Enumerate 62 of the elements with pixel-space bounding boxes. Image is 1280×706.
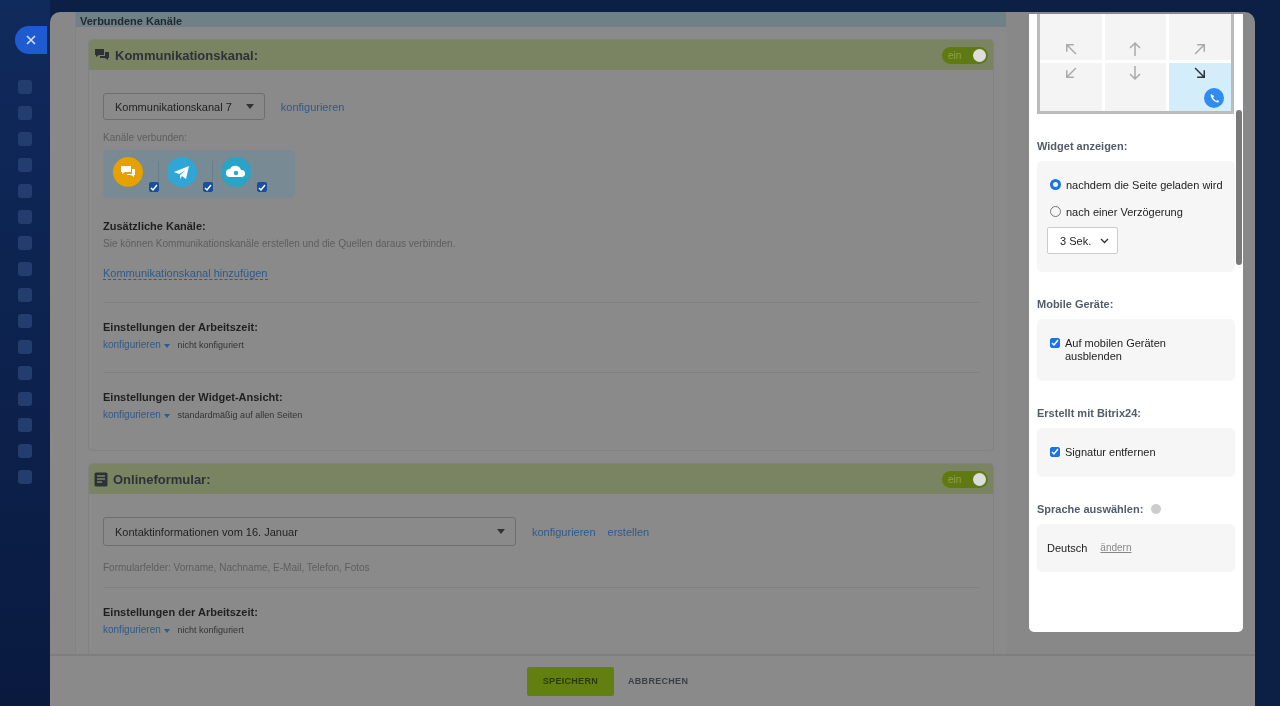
scrollbar-thumb[interactable] (1236, 110, 1242, 265)
link[interactable]: konfigurieren (280, 100, 345, 113)
change-link[interactable]: ändern (1100, 542, 1132, 554)
section-title: Widget anzeigen: (1037, 140, 1129, 152)
setting-title: Einstellungen der Arbeitszeit: (103, 321, 259, 333)
option-label: nach einer Verzögerung (1066, 206, 1183, 218)
status-note: nicht konfiguriert (177, 624, 244, 635)
checkbox-label: Signatur entfernen (1065, 446, 1157, 459)
setting-title: Einstellungen der Arbeitszeit: (103, 606, 259, 618)
checkbox[interactable] (1050, 338, 1060, 348)
position-cell[interactable] (1169, 14, 1231, 60)
caret-icon (163, 414, 170, 418)
status-note: standardmäßig auf allen Seiten (177, 409, 303, 420)
checkbox[interactable] (1050, 447, 1060, 457)
dropdown[interactable]: Kommunikationskanal 7 (103, 93, 265, 120)
link[interactable]: erstellen (607, 525, 650, 538)
position-cell[interactable] (1104, 14, 1167, 60)
configure-link[interactable]: konfigurieren (103, 624, 170, 635)
add-link[interactable]: Kommunikationskanal hinzufügen (103, 267, 268, 280)
position-cell[interactable] (1169, 63, 1231, 111)
phone-icon (1204, 88, 1224, 108)
form-icon (94, 471, 108, 487)
checkbox[interactable] (257, 182, 267, 192)
checkbox[interactable] (203, 182, 213, 192)
caret-icon (497, 529, 505, 534)
cancel-button[interactable]: ABBRECHEN (628, 666, 689, 696)
card-title: Onlineformular: (113, 471, 212, 487)
language-value: Deutsch (1047, 542, 1088, 554)
telegram-icon[interactable] (167, 157, 197, 187)
chat-icon[interactable] (113, 157, 143, 187)
section-title: Verbundene Kanäle (80, 15, 183, 27)
caret-icon (245, 104, 254, 109)
save-button[interactable]: SPEICHERN (526, 666, 614, 696)
checkbox-label: Auf mobilen Geräten ausblenden (1065, 337, 1167, 363)
setting-title: Einstellungen der Widget-Ansicht: (103, 391, 284, 403)
close-icon (26, 35, 36, 45)
caret-icon (163, 344, 170, 348)
link[interactable]: konfigurieren (532, 525, 596, 538)
subsection-title: Zusätzliche Kanäle: (103, 220, 207, 232)
chat-icon (94, 48, 110, 62)
toggle-switch[interactable]: ein (942, 46, 988, 64)
caret-icon (163, 629, 170, 633)
toggle-switch[interactable]: ein (942, 470, 988, 488)
position-cell[interactable] (1040, 63, 1102, 111)
card-title: Kommunikationskanal: (115, 47, 260, 63)
close-button[interactable] (15, 26, 47, 54)
position-cell[interactable] (1040, 14, 1102, 60)
section-title: Mobile Geräte: (1037, 298, 1115, 310)
configure-link[interactable]: konfigurieren (103, 409, 170, 420)
section-title: Sprache auswählen: (1037, 503, 1144, 515)
delay-dropdown[interactable]: 3 Sek. (1047, 227, 1118, 254)
dropdown[interactable]: Kontaktinformationen vom 16. Januar (103, 517, 516, 546)
section-title: Erstellt mit Bitrix24: (1037, 407, 1142, 419)
option-label: nachdem die Seite geladen wird (1066, 179, 1223, 191)
chevron-icon (1100, 237, 1109, 244)
position-cell[interactable] (1104, 63, 1167, 111)
status-note: nicht konfiguriert (177, 339, 244, 350)
arrow-icon (1127, 65, 1144, 81)
radio-button[interactable] (1050, 179, 1061, 190)
cloud-icon[interactable] (221, 157, 251, 187)
configure-link[interactable]: konfigurieren (103, 339, 170, 350)
checkbox[interactable] (149, 182, 159, 192)
